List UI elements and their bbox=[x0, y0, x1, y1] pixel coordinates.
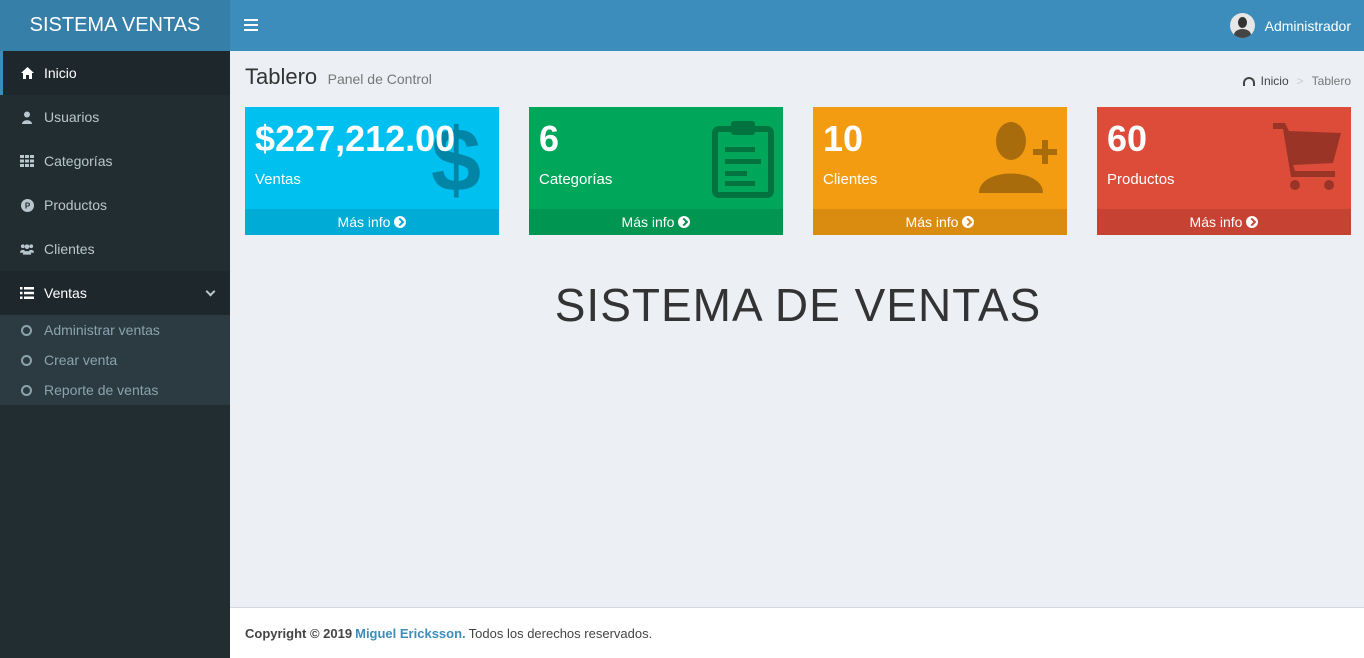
user-menu[interactable]: Administrador bbox=[1229, 13, 1351, 38]
svg-text:P: P bbox=[24, 201, 30, 210]
user-name: Administrador bbox=[1264, 17, 1351, 34]
stat-label: Ventas bbox=[255, 171, 301, 188]
more-info-label: Más info bbox=[337, 214, 391, 230]
content-header: Tablero Panel de Control Inicio > Tabler… bbox=[245, 64, 1351, 94]
submenu-item-label: Reporte de ventas bbox=[44, 382, 159, 398]
dashboard-icon bbox=[1242, 76, 1255, 86]
page-title: Tablero bbox=[245, 64, 318, 89]
sidebar-item-label: Clientes bbox=[44, 241, 95, 257]
circle-icon bbox=[21, 324, 32, 336]
sidebar-item-label: Inicio bbox=[44, 65, 77, 81]
users-icon bbox=[20, 242, 34, 256]
stat-value: $227,212.00 bbox=[255, 118, 456, 159]
more-info-link[interactable]: Más info bbox=[1097, 209, 1351, 235]
sidebar: Inicio Usuarios Categorías P Productos C… bbox=[0, 51, 230, 658]
submenu-item-administrar-ventas[interactable]: Administrar ventas bbox=[0, 315, 230, 345]
more-info-label: Más info bbox=[1189, 214, 1243, 230]
submenu-item-label: Administrar ventas bbox=[44, 322, 160, 338]
grid-icon bbox=[20, 154, 34, 168]
sidebar-item-ventas[interactable]: Ventas bbox=[0, 271, 230, 315]
page-footer: Copyright © 2019 Miguel Ericksson. Todos… bbox=[230, 607, 1364, 658]
more-info-link[interactable]: Más info bbox=[813, 209, 1067, 235]
sidebar-item-usuarios[interactable]: Usuarios bbox=[0, 95, 230, 139]
breadcrumb: Inicio > Tablero bbox=[1242, 74, 1351, 88]
sidebar-item-label: Ventas bbox=[44, 285, 87, 301]
more-info-link[interactable]: Más info bbox=[245, 209, 499, 235]
page-subtitle: Panel de Control bbox=[327, 71, 432, 87]
home-icon bbox=[20, 66, 34, 80]
sidebar-item-categorias[interactable]: Categorías bbox=[0, 139, 230, 183]
sidebar-item-clientes[interactable]: Clientes bbox=[0, 227, 230, 271]
avatar bbox=[1229, 13, 1255, 38]
copyright-text: Copyright © 2019 bbox=[245, 625, 353, 641]
sidebar-item-inicio[interactable]: Inicio bbox=[0, 51, 230, 95]
breadcrumb-home[interactable]: Inicio bbox=[1261, 74, 1289, 88]
sidebar-item-label: Categorías bbox=[44, 153, 113, 169]
arrow-circle-right-icon bbox=[394, 216, 407, 228]
stat-box-clientes: 10 Clientes Más info bbox=[813, 107, 1067, 235]
sidebar-toggle-icon[interactable] bbox=[244, 16, 258, 34]
more-info-label: Más info bbox=[621, 214, 675, 230]
arrow-circle-right-icon bbox=[1246, 216, 1259, 228]
stat-boxes: $227,212.00 Ventas $ Más info 6 Categorí… bbox=[245, 107, 1351, 235]
stat-label: Categorías bbox=[539, 171, 613, 188]
sidebar-item-label: Productos bbox=[44, 197, 108, 213]
sidebar-item-label: Usuarios bbox=[44, 109, 100, 125]
stat-value: 10 bbox=[823, 118, 864, 159]
list-icon bbox=[20, 286, 34, 300]
app-logo[interactable]: SISTEMA VENTAS bbox=[0, 0, 230, 51]
arrow-circle-right-icon bbox=[962, 216, 975, 228]
user-icon bbox=[20, 110, 34, 124]
top-navbar: Administrador bbox=[230, 0, 1364, 51]
ventas-submenu: Administrar ventas Crear venta Reporte d… bbox=[0, 315, 230, 405]
chevron-down-icon bbox=[205, 286, 216, 296]
rights-text: Todos los derechos reservados. bbox=[468, 625, 653, 641]
more-info-link[interactable]: Más info bbox=[529, 209, 783, 235]
author-link[interactable]: Miguel Ericksson. bbox=[355, 626, 466, 641]
submenu-item-crear-venta[interactable]: Crear venta bbox=[0, 345, 230, 375]
circle-icon bbox=[21, 354, 32, 366]
product-p-icon: P bbox=[20, 198, 34, 212]
main-heading: SISTEMA DE VENTAS bbox=[554, 279, 1042, 331]
stat-box-ventas: $227,212.00 Ventas $ Más info bbox=[245, 107, 499, 235]
submenu-item-reporte-ventas[interactable]: Reporte de ventas bbox=[0, 375, 230, 405]
breadcrumb-current: Tablero bbox=[1311, 74, 1351, 88]
stat-label: Productos bbox=[1107, 171, 1175, 188]
arrow-circle-right-icon bbox=[678, 216, 691, 228]
breadcrumb-separator: > bbox=[1296, 74, 1304, 88]
circle-icon bbox=[21, 384, 32, 396]
stat-box-productos: 60 Productos Más info bbox=[1097, 107, 1351, 235]
stat-box-categorias: 6 Categorías Más info bbox=[529, 107, 783, 235]
submenu-item-label: Crear venta bbox=[44, 352, 118, 368]
stat-label: Clientes bbox=[823, 171, 878, 188]
stat-value: 60 bbox=[1107, 118, 1148, 159]
stat-value: 6 bbox=[539, 118, 560, 159]
more-info-label: Más info bbox=[905, 214, 959, 230]
sidebar-item-productos[interactable]: P Productos bbox=[0, 183, 230, 227]
